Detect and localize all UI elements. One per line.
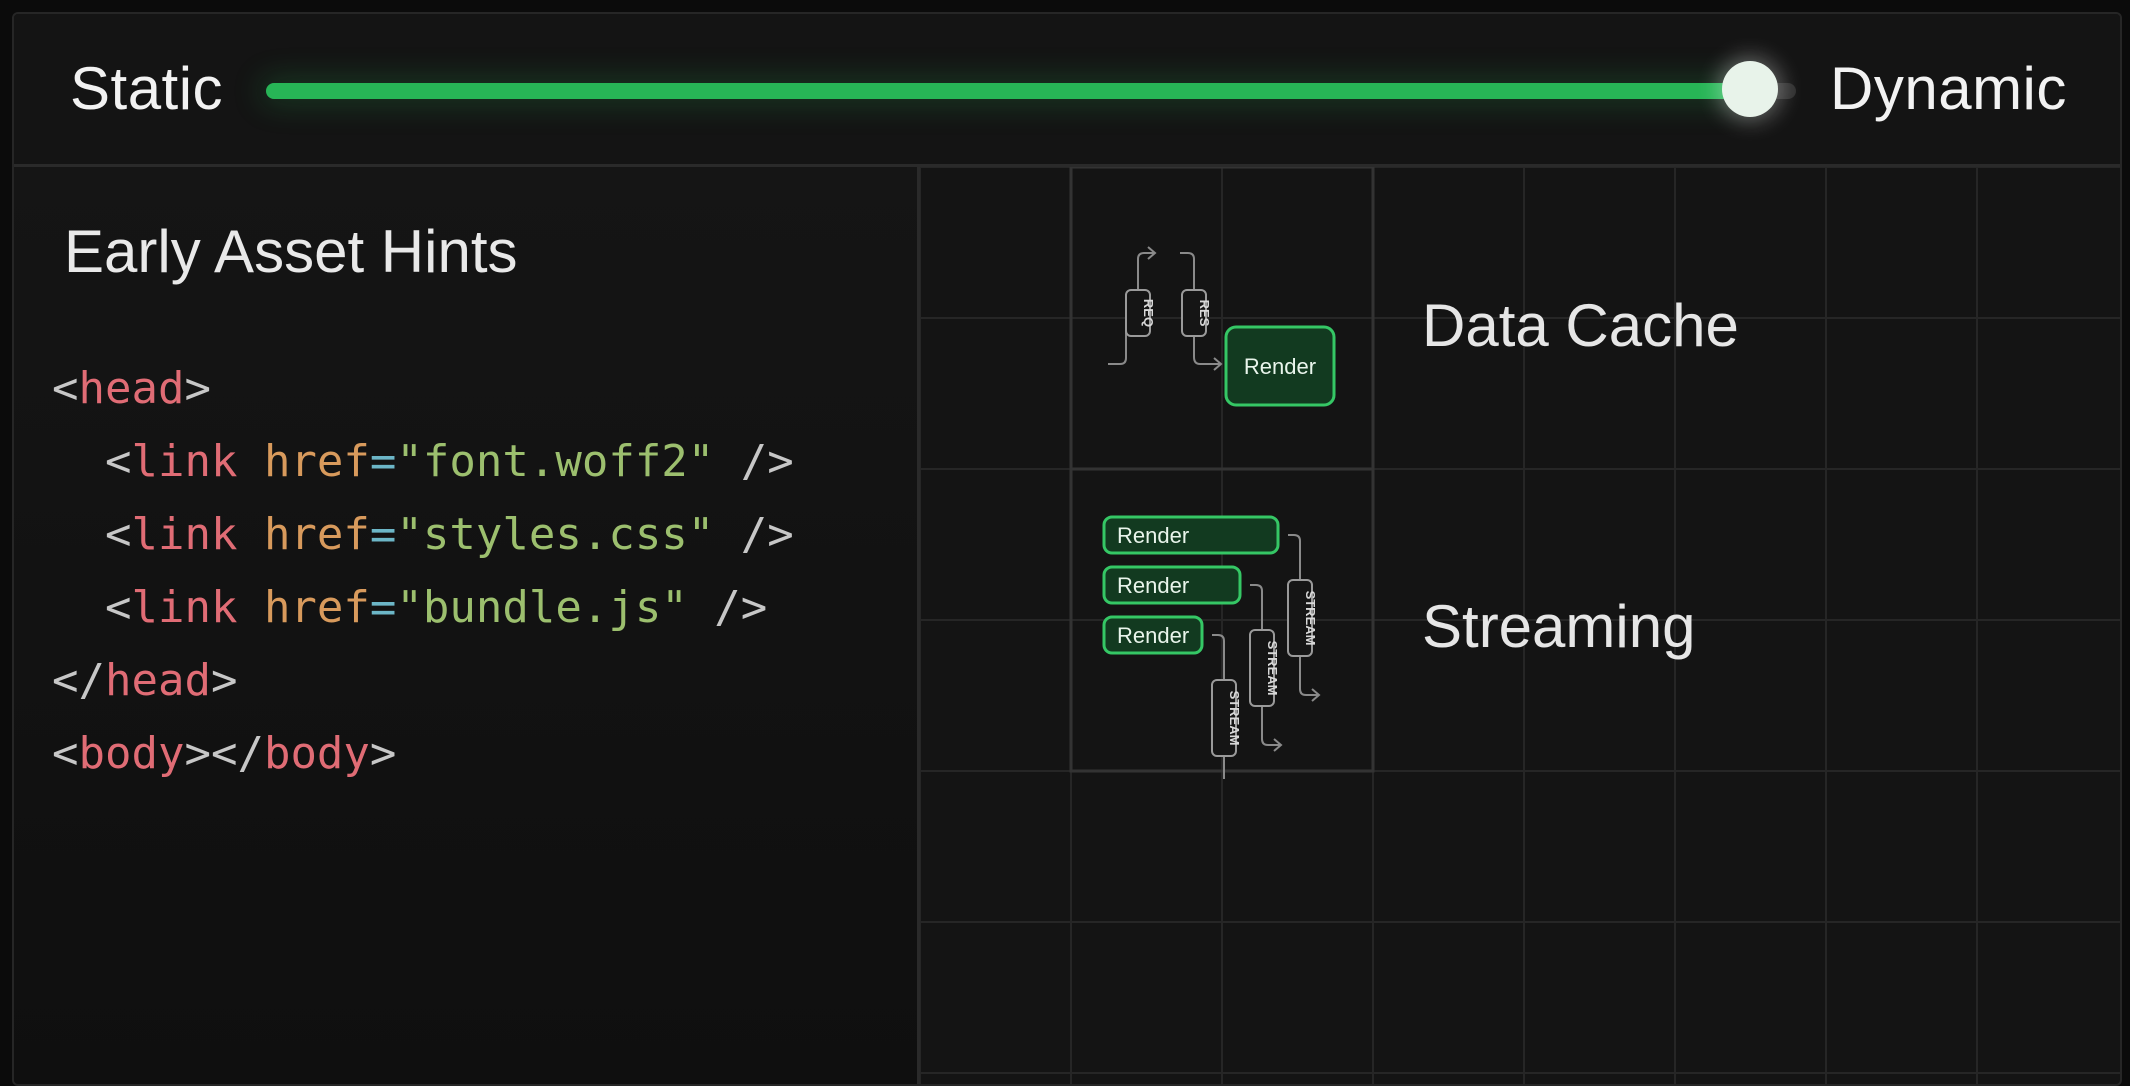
code-token: < xyxy=(52,436,132,487)
code-token: < xyxy=(52,728,79,779)
code-line: </head> xyxy=(52,644,794,717)
code-token: > xyxy=(210,655,238,706)
code-token: </ xyxy=(52,655,105,706)
code-line: <body></body> xyxy=(52,717,794,790)
code-token: body xyxy=(263,728,370,779)
code-panel: Early Asset Hints <head> <link href="fon… xyxy=(14,167,920,1084)
code-token: head xyxy=(104,655,211,706)
stream-render-label-1: Render xyxy=(1117,523,1189,548)
rendering-mode-bar: Static Dynamic xyxy=(14,14,2120,167)
code-token: link xyxy=(131,509,264,560)
code-token: head xyxy=(78,363,185,414)
code-token: < xyxy=(52,509,132,560)
slider-fill xyxy=(266,83,1750,99)
res-label: RES xyxy=(1197,300,1212,327)
streaming-label: Streaming xyxy=(1422,593,1696,660)
code-token: = xyxy=(369,582,397,633)
rendering-mode-slider[interactable] xyxy=(266,83,1796,99)
code-token: < xyxy=(52,363,79,414)
code-token: "bundle.js" xyxy=(396,582,688,633)
stream-pill-label-1: STREAM xyxy=(1303,591,1318,646)
dynamic-label: Dynamic xyxy=(1830,55,2067,122)
code-token: body xyxy=(78,728,185,779)
stream-pill-label-3: STREAM xyxy=(1227,691,1242,746)
code-line: <link href="styles.css" /> xyxy=(52,498,794,571)
code-token: "font.woff2" xyxy=(396,436,715,487)
streaming-diagram: Render Render Render STREAM STREAM STREA… xyxy=(1102,515,1321,779)
stream-pill-label-2: STREAM xyxy=(1265,641,1280,696)
code-token: /> xyxy=(687,582,768,633)
code-token: > xyxy=(184,363,211,414)
stream-render-label-2: Render xyxy=(1117,573,1189,598)
static-label: Static xyxy=(70,55,224,122)
code-token: link xyxy=(131,436,264,487)
code-line: <head> xyxy=(52,352,794,425)
stream-render-label-3: Render xyxy=(1117,623,1189,648)
code-token: = xyxy=(369,509,397,560)
code-token: ></ xyxy=(184,728,264,779)
data-cache-label: Data Cache xyxy=(1422,292,1739,359)
code-token: /> xyxy=(714,436,794,487)
render-box-label: Render xyxy=(1244,354,1316,379)
code-line: <link href="font.woff2" /> xyxy=(52,425,794,498)
code-token: href xyxy=(263,436,370,487)
code-panel-title: Early Asset Hints xyxy=(64,218,518,285)
code-token: href xyxy=(263,582,370,633)
code-token: = xyxy=(369,436,397,487)
req-label: REQ xyxy=(1141,299,1156,327)
features-panel: REQ RES Render Render Render Render STRE… xyxy=(920,167,2120,1084)
code-token: href xyxy=(263,509,370,560)
data-cache-diagram: REQ RES Render xyxy=(1108,246,1336,407)
code-token: < xyxy=(52,582,132,633)
code-token: > xyxy=(369,728,397,779)
code-token: "styles.css" xyxy=(396,509,715,560)
app-frame: Static Dynamic Early Asset Hints <head> … xyxy=(12,12,2122,1086)
code-block: <head> <link href="font.woff2" /> <link … xyxy=(52,352,794,790)
code-line: <link href="bundle.js" /> xyxy=(52,571,794,644)
code-token: link xyxy=(131,582,264,633)
code-token: /> xyxy=(714,509,794,560)
slider-thumb[interactable] xyxy=(1722,61,1778,117)
